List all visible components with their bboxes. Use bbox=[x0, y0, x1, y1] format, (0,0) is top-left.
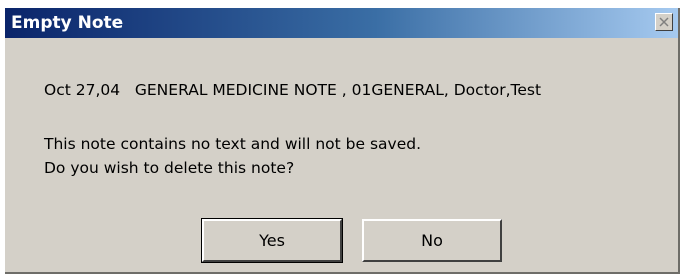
yes-button[interactable]: Yes bbox=[201, 218, 343, 263]
close-button[interactable] bbox=[655, 13, 673, 31]
message-line-2: Do you wish to delete this note? bbox=[44, 159, 295, 177]
empty-note-dialog: Empty Note Oct 27,04 GENERAL MEDICINE NO… bbox=[5, 8, 680, 274]
note-info-text: Oct 27,04 GENERAL MEDICINE NOTE , 01GENE… bbox=[44, 81, 542, 99]
close-icon bbox=[659, 17, 669, 27]
no-button[interactable]: No bbox=[362, 219, 502, 262]
message-line-1: This note contains no text and will not … bbox=[44, 135, 422, 153]
dialog-title: Empty Note bbox=[11, 13, 124, 33]
title-bar[interactable]: Empty Note bbox=[5, 8, 678, 38]
no-button-label: No bbox=[421, 231, 443, 250]
yes-button-label: Yes bbox=[259, 231, 285, 250]
